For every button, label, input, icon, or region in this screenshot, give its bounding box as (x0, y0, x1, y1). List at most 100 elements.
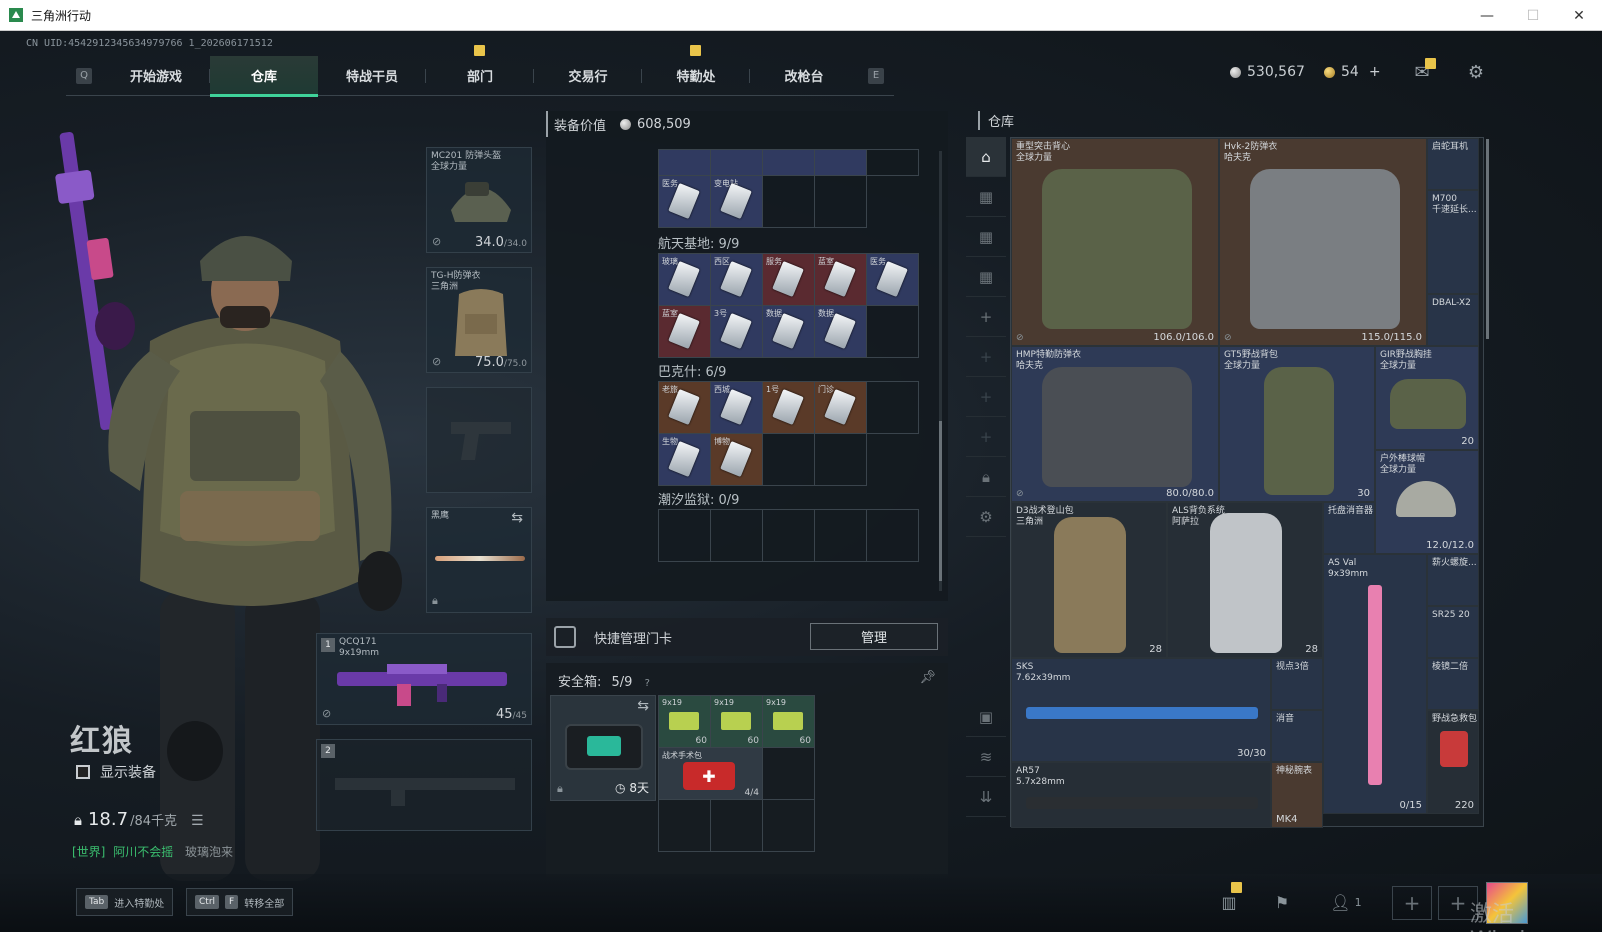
safebox-container[interactable]: ⇆ 🔒︎ ◷ 8天 (550, 695, 656, 801)
warehouse-item[interactable]: ALS背负系统 阿萨拉 28 (1167, 502, 1323, 658)
keycard-cell[interactable] (815, 434, 867, 486)
keycard-cell[interactable]: 变电站 (711, 176, 763, 228)
close-button[interactable]: ✕ (1556, 0, 1602, 31)
warehouse-item[interactable]: 神秘腕表 MK4 (1271, 762, 1323, 828)
layers-icon[interactable]: ≋ (966, 737, 1006, 777)
keycard-cell[interactable] (659, 510, 711, 562)
warehouse-item[interactable]: Hvk-2防弹衣 哈夫克 ⊘ 115.0/115.0 (1219, 138, 1427, 346)
keycard-cell[interactable]: 门诊 (815, 382, 867, 434)
keycard-cell[interactable]: 数据 (763, 306, 815, 358)
keycard-cell[interactable] (815, 510, 867, 562)
transfer-all-hint[interactable]: Ctrl F 转移全部 (186, 888, 294, 916)
warehouse-item[interactable]: M700 千速延长... (1427, 190, 1479, 294)
ammo-cell[interactable]: 9x19 60 (711, 696, 763, 748)
keycard-cell[interactable] (867, 382, 919, 434)
warehouse-item[interactable]: SKS 7.62x39mm 30/30 (1011, 658, 1271, 762)
keycard-cell[interactable] (763, 434, 815, 486)
mail-icon[interactable]: ✉ (1411, 58, 1436, 83)
warehouse-tab-2-icon[interactable]: ▦ (966, 177, 1006, 217)
lock-icon[interactable]: 🔒︎ (966, 457, 1006, 497)
warehouse-item[interactable]: GIR野战胸挂 全球力量 20 (1375, 346, 1479, 450)
add-tab-icon[interactable]: + (966, 297, 1006, 337)
keycard-cell[interactable] (659, 150, 711, 176)
pin-icon[interactable]: 📌︎ (919, 670, 936, 685)
safebox-cell[interactable] (763, 800, 815, 852)
warehouse-item[interactable]: AS Val 9x39mm 0/15 (1323, 554, 1427, 814)
keycard-cell[interactable]: 生物 (659, 434, 711, 486)
tab-operators[interactable]: 特战干员 (318, 56, 426, 96)
warehouse-item[interactable]: AR57 5.7x28mm (1011, 762, 1271, 828)
invite-slot-button[interactable]: + (1392, 886, 1432, 920)
keycard-cell[interactable] (711, 150, 763, 176)
keycard-cell[interactable]: 蓝室 (659, 306, 711, 358)
warehouse-item[interactable]: DBAL-X2 (1427, 294, 1479, 346)
ammo-cell[interactable]: 9x19 60 (659, 696, 711, 748)
keycard-cell[interactable] (815, 176, 867, 228)
warehouse-tab-3-icon[interactable]: ▦ (966, 217, 1006, 257)
keycard-scrollbar[interactable] (939, 151, 942, 591)
settings-gear-icon[interactable]: ⚙ (966, 497, 1006, 537)
tab-department[interactable]: 部门 (426, 44, 534, 96)
minimize-button[interactable]: — (1464, 0, 1510, 31)
ammo-cell[interactable]: 9x19 60 (763, 696, 815, 748)
keycard-cell[interactable] (763, 510, 815, 562)
keycard-cell[interactable]: 医务 (867, 254, 919, 306)
warehouse-item[interactable]: HMP特勤防弹衣 哈夫克 ⊘ 80.0/80.0 (1011, 346, 1219, 502)
tab-gunsmith[interactable]: 改枪台 (750, 56, 858, 96)
warehouse-item[interactable]: 棱镜二倍 (1427, 658, 1479, 710)
warehouse-item[interactable]: GT5野战背包 全球力量 30 (1219, 346, 1375, 502)
settings-gear-icon[interactable]: ⚙ (1465, 62, 1487, 83)
stats-chart-icon[interactable]: ▥ (1217, 882, 1242, 914)
helmet-slot[interactable]: MC201 防弹头盔 全球力量 ⊘ 34.0/34.0 (426, 147, 532, 253)
nav-right-key[interactable]: E (868, 67, 884, 84)
tab-warehouse[interactable]: 仓库 (210, 55, 318, 97)
flag-icon[interactable]: ⚑ (1270, 890, 1294, 914)
keycard-cell[interactable]: 蓝室 (815, 254, 867, 306)
add-tab-icon[interactable]: + (966, 337, 1006, 377)
list-icon[interactable]: ☰ (191, 813, 204, 829)
keycard-cell[interactable]: 西城 (711, 382, 763, 434)
keycard-cell[interactable] (867, 510, 919, 562)
enter-special-ops-hint[interactable]: Tab 进入特勤处 (76, 888, 174, 916)
keycard-cell[interactable]: 数据 (815, 306, 867, 358)
warehouse-item[interactable]: 消音 (1271, 710, 1323, 762)
show-equipment-checkbox[interactable] (76, 765, 90, 779)
melee-slot[interactable]: 黑鹰 ⇆ 🔒︎ (426, 507, 532, 613)
keycard-cell[interactable]: 服务 (763, 254, 815, 306)
show-equipment-toggle[interactable]: 显示装备 (76, 762, 156, 782)
safebox-cell[interactable] (763, 748, 815, 800)
transfer-icon[interactable]: ⇊ (966, 777, 1006, 817)
safebox-cell[interactable] (711, 800, 763, 852)
warehouse-item[interactable]: 野战急救包 220 (1427, 710, 1479, 814)
swap-icon[interactable]: ⇆ (511, 510, 523, 526)
add-tab-icon[interactable]: + (966, 417, 1006, 457)
tab-start-game[interactable]: 开始游戏 (102, 56, 210, 96)
manage-button[interactable]: 管理 (810, 623, 938, 650)
sort-icon[interactable]: ▣ (966, 697, 1006, 737)
keycard-cell[interactable]: 医务 (659, 176, 711, 228)
maximize-button[interactable]: ☐ (1510, 0, 1556, 31)
warehouse-item[interactable]: 薪火螺旋... (1427, 554, 1479, 606)
keycard-cell[interactable] (867, 306, 919, 358)
keycard-cell[interactable] (763, 150, 815, 176)
warehouse-item[interactable]: 启蛇耳机 (1427, 138, 1479, 190)
add-tab-icon[interactable]: + (966, 377, 1006, 417)
warehouse-tab-all-icon[interactable]: ⌂ (966, 137, 1006, 177)
tab-special-ops[interactable]: 特勤处 (642, 44, 750, 96)
swap-icon[interactable]: ⇆ (637, 698, 649, 714)
world-chat[interactable]: [世界] 阿川不会摇 玻璃泡来 (72, 843, 233, 860)
keycard-cell[interactable] (867, 150, 919, 176)
armor-slot[interactable]: TG-H防弹衣 三角洲 ⊘ 75.0/75.0 (426, 267, 532, 373)
warehouse-scrollbar[interactable] (1486, 139, 1489, 339)
primary-weapon-slot-1[interactable]: 1 QCQ171 9x19mm ⊘ 45/45 (316, 633, 532, 725)
warehouse-item[interactable]: 重型突击背心 全球力量 ⊘ 106.0/106.0 (1011, 138, 1219, 346)
warehouse-item[interactable]: 视点3倍 (1271, 658, 1323, 710)
keycard-cell[interactable]: 博物 (711, 434, 763, 486)
warehouse-item[interactable]: 户外棒球帽 全球力量 12.0/12.0 (1375, 450, 1479, 554)
keycard-cell[interactable]: 3号 (711, 306, 763, 358)
keycard-cell[interactable] (815, 150, 867, 176)
keycard-cell[interactable] (711, 510, 763, 562)
warehouse-item[interactable]: D3战术登山包 三角洲 28 (1011, 502, 1167, 658)
keycard-cell[interactable]: 玻璃 (659, 254, 711, 306)
keycard-cell[interactable]: 西区 (711, 254, 763, 306)
